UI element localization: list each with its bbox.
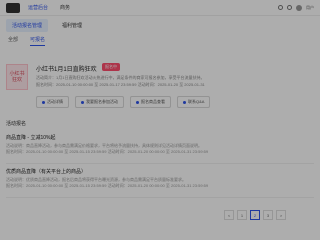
modal-overlay[interactable] <box>0 0 320 240</box>
